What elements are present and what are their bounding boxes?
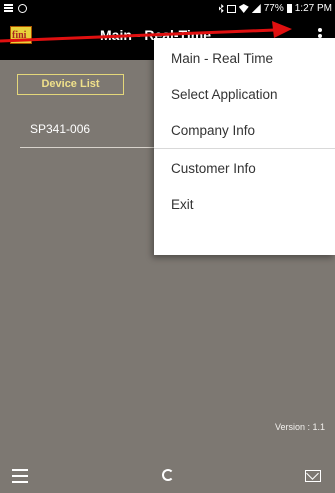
battery-icon — [286, 4, 292, 13]
status-bar: 77% 1:27 PM — [0, 0, 335, 18]
app-logo-text: fini — [12, 30, 27, 41]
sync-icon — [18, 3, 27, 13]
app-screen: 77% 1:27 PM fini Main - Real-Time Device… — [0, 0, 335, 493]
tab-device-list[interactable]: Device List — [17, 74, 124, 95]
status-right: 77% 1:27 PM — [218, 3, 332, 14]
menu-item-exit[interactable]: Exit — [154, 187, 335, 223]
status-left — [4, 3, 27, 13]
app-logo: fini — [10, 26, 32, 44]
signal-icon — [251, 4, 261, 13]
bluetooth-icon — [218, 4, 224, 13]
list-icon[interactable] — [12, 469, 28, 483]
version-label: Version : 1.1 — [274, 422, 325, 432]
menu-icon — [4, 3, 14, 13]
menu-item-customer-info[interactable]: Customer Info — [154, 151, 335, 187]
device-list-item[interactable]: SP341-006 — [30, 122, 90, 136]
bottom-nav — [0, 462, 335, 493]
overflow-menu: Main - Real Time Select Application Comp… — [154, 38, 335, 255]
menu-item-company-info[interactable]: Company Info — [154, 113, 335, 149]
battery-percent: 77% — [263, 3, 284, 14]
vibrate-icon — [226, 4, 236, 13]
menu-item-select-application[interactable]: Select Application — [154, 77, 335, 113]
menu-item-main-real-time[interactable]: Main - Real Time — [154, 41, 335, 77]
clock: 1:27 PM — [294, 3, 332, 14]
wifi-icon — [238, 4, 249, 13]
refresh-icon[interactable] — [162, 469, 174, 481]
mail-icon[interactable] — [305, 470, 321, 482]
